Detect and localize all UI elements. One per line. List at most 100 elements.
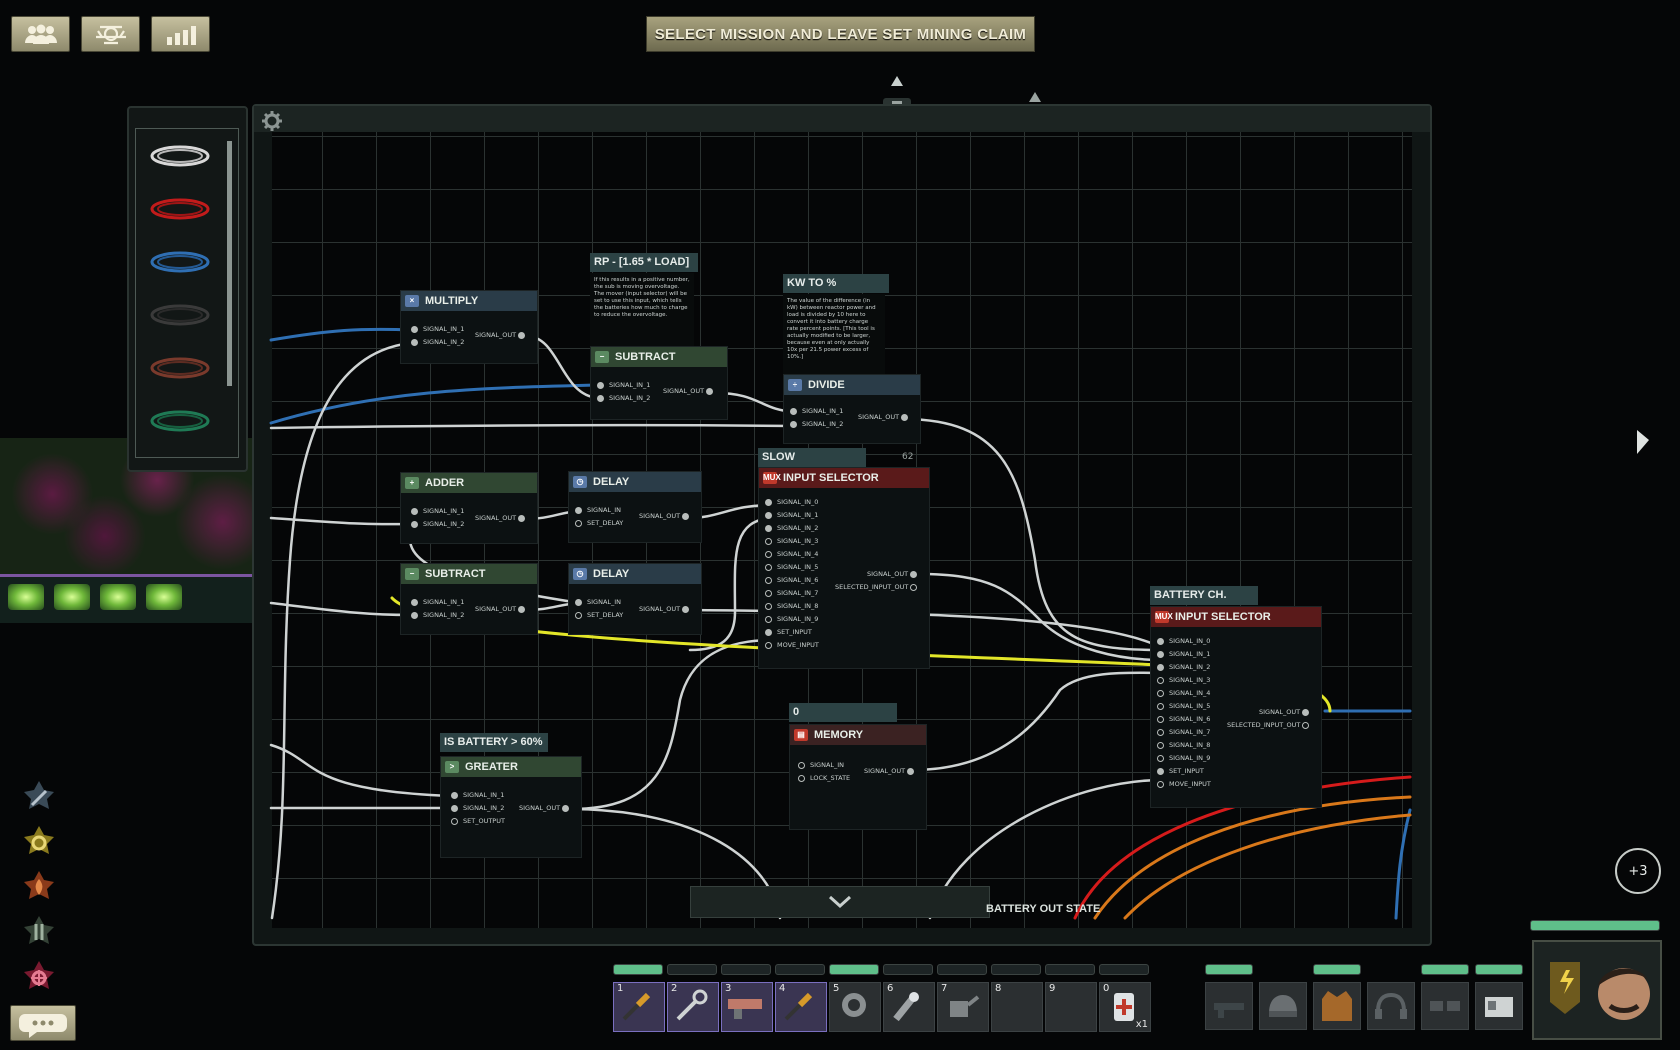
input-selector-port[interactable]: SIGNAL_IN_5 <box>765 563 818 571</box>
character-portrait[interactable] <box>1532 940 1662 1040</box>
input-selector-node[interactable]: MUX INPUT SELECTOR SIGNAL_IN_0 SIGNAL_IN_1… <box>758 467 930 669</box>
input-selector-port[interactable]: SIGNAL_IN_8 <box>1157 741 1210 749</box>
equipment-slot[interactable] <box>1259 982 1307 1030</box>
skill-mechanical-icon[interactable] <box>20 824 58 862</box>
multiply-out[interactable]: SIGNAL_OUT <box>475 331 530 339</box>
input-selector-port[interactable]: SIGNAL_IN_7 <box>1157 728 1210 736</box>
hotbar-slot[interactable]: 9 <box>1045 982 1097 1032</box>
multiply-in1[interactable]: SIGNAL_IN_1 <box>411 325 464 333</box>
delay-out[interactable]: SIGNAL_OUT <box>639 605 694 613</box>
adder-out[interactable]: SIGNAL_OUT <box>475 514 530 522</box>
port-pin[interactable] <box>1157 728 1164 736</box>
hotbar-slot[interactable]: 3 <box>721 982 773 1032</box>
port-pin[interactable] <box>765 576 772 584</box>
skill-electrical-icon[interactable] <box>20 914 58 952</box>
port-pin[interactable] <box>1157 637 1164 645</box>
subtract-in2[interactable]: SIGNAL_IN_2 <box>597 394 650 402</box>
divide-in2[interactable]: SIGNAL_IN_2 <box>790 420 843 428</box>
notifications-badge[interactable]: +3 <box>1615 848 1661 894</box>
adder-in2[interactable]: SIGNAL_IN_2 <box>411 520 464 528</box>
port-pin[interactable] <box>1157 767 1164 775</box>
port-pin[interactable] <box>1157 780 1164 788</box>
input-selector-selected-out[interactable]: SELECTED_INPUT_OUT <box>835 583 922 591</box>
subtract-node[interactable]: − SUBTRACT SIGNAL_IN_1 SIGNAL_IN_2 SIGNAL… <box>590 346 728 420</box>
subtract-in1[interactable]: SIGNAL_IN_1 <box>411 598 464 606</box>
skill-weapons-icon[interactable] <box>20 869 58 907</box>
input-selector-port[interactable]: SIGNAL_IN_3 <box>765 537 818 545</box>
port-pin[interactable] <box>765 511 772 519</box>
input-selector-port[interactable]: SIGNAL_IN_9 <box>1157 754 1210 762</box>
hotbar-slot[interactable]: 4 <box>775 982 827 1032</box>
port-pin[interactable] <box>1157 650 1164 658</box>
skill-helm-icon[interactable] <box>20 959 58 997</box>
port-pin[interactable] <box>1157 741 1164 749</box>
input-selector-port[interactable]: SIGNAL_IN_6 <box>765 576 818 584</box>
subtract-in2[interactable]: SIGNAL_IN_2 <box>411 611 464 619</box>
hotbar-slot[interactable]: 8 <box>991 982 1043 1032</box>
equipment-slot[interactable] <box>1313 982 1361 1030</box>
port-pin[interactable] <box>765 589 772 597</box>
delay-node[interactable]: ◷ DELAY SIGNAL_IN SET_DELAY SIGNAL_OUT <box>568 563 702 635</box>
equipment-slot[interactable] <box>1475 982 1523 1030</box>
equipment-slot[interactable] <box>1205 982 1253 1030</box>
input-selector-port[interactable]: MOVE_INPUT <box>765 641 819 649</box>
port-pin[interactable] <box>1157 676 1164 684</box>
input-selector-out[interactable]: SIGNAL_OUT <box>1259 708 1314 716</box>
hotbar-slot[interactable]: 6 <box>883 982 935 1032</box>
port-pin[interactable] <box>765 524 772 532</box>
collapse-panel-button[interactable] <box>690 886 990 918</box>
port-pin[interactable] <box>765 615 772 623</box>
input-selector-port[interactable]: SET_INPUT <box>1157 767 1204 775</box>
input-selector-port[interactable]: SIGNAL_IN_2 <box>765 524 818 532</box>
subtract-out[interactable]: SIGNAL_OUT <box>663 387 718 395</box>
port-pin[interactable] <box>765 641 772 649</box>
greater-in2[interactable]: SIGNAL_IN_2 <box>451 804 504 812</box>
greater-out[interactable]: SIGNAL_OUT <box>519 804 574 812</box>
input-selector-port[interactable]: SIGNAL_IN_2 <box>1157 663 1210 671</box>
input-selector-port[interactable]: SIGNAL_IN_9 <box>765 615 818 623</box>
delay-out[interactable]: SIGNAL_OUT <box>639 512 694 520</box>
input-selector-port[interactable]: SIGNAL_IN_4 <box>1157 689 1210 697</box>
delay-set[interactable]: SET_DELAY <box>575 519 623 527</box>
hotbar-slot[interactable]: 2 <box>667 982 719 1032</box>
divide-node[interactable]: ÷ DIVIDE SIGNAL_IN_1 SIGNAL_IN_2 SIGNAL_O… <box>783 374 921 444</box>
delay-set[interactable]: SET_DELAY <box>575 611 623 619</box>
delay-in[interactable]: SIGNAL_IN <box>575 598 621 606</box>
hotbar-slot[interactable]: 1 <box>613 982 665 1032</box>
input-selector-node[interactable]: MUX INPUT SELECTOR SIGNAL_IN_0 SIGNAL_IN_1… <box>1150 606 1322 808</box>
input-selector-port[interactable]: SIGNAL_IN_8 <box>765 602 818 610</box>
port-pin[interactable] <box>765 602 772 610</box>
divide-out[interactable]: SIGNAL_OUT <box>858 413 913 421</box>
input-selector-port[interactable]: MOVE_INPUT <box>1157 780 1211 788</box>
input-selector-port[interactable]: SIGNAL_IN_1 <box>1157 650 1210 658</box>
memory-node[interactable]: ▤ MEMORY SIGNAL_IN LOCK_STATE SIGNAL_OUT <box>789 724 927 830</box>
input-selector-port[interactable]: SIGNAL_IN_0 <box>1157 637 1210 645</box>
input-selector-selected-out[interactable]: SELECTED_INPUT_OUT <box>1227 721 1314 729</box>
port-pin[interactable] <box>765 628 772 636</box>
input-selector-out[interactable]: SIGNAL_OUT <box>867 570 922 578</box>
input-selector-port[interactable]: SET_INPUT <box>765 628 812 636</box>
equipment-slot[interactable] <box>1421 982 1469 1030</box>
equipment-slot[interactable] <box>1367 982 1415 1030</box>
port-pin[interactable] <box>765 563 772 571</box>
subtract-node[interactable]: − SUBTRACT SIGNAL_IN_1 SIGNAL_IN_2 SIGNAL… <box>400 563 538 635</box>
adder-node[interactable]: + ADDER SIGNAL_IN_1 SIGNAL_IN_2 SIGNAL_OU… <box>400 472 538 544</box>
port-pin[interactable] <box>1157 689 1164 697</box>
delay-in[interactable]: SIGNAL_IN <box>575 506 621 514</box>
port-pin[interactable] <box>1157 702 1164 710</box>
memory-in[interactable]: SIGNAL_IN <box>798 761 844 769</box>
input-selector-port[interactable]: SIGNAL_IN_3 <box>1157 676 1210 684</box>
multiply-node[interactable]: × MULTIPLY SIGNAL_IN_1 SIGNAL_IN_2 SIGNAL… <box>400 290 538 364</box>
subtract-out[interactable]: SIGNAL_OUT <box>475 605 530 613</box>
port-pin[interactable] <box>765 550 772 558</box>
port-pin[interactable] <box>1157 715 1164 723</box>
adder-in1[interactable]: SIGNAL_IN_1 <box>411 507 464 515</box>
input-selector-port[interactable]: SIGNAL_IN_6 <box>1157 715 1210 723</box>
greater-in1[interactable]: SIGNAL_IN_1 <box>451 791 504 799</box>
hotbar-slot[interactable]: 0 x1 <box>1099 982 1151 1032</box>
input-selector-port[interactable]: SIGNAL_IN_4 <box>765 550 818 558</box>
port-pin[interactable] <box>1157 663 1164 671</box>
memory-out[interactable]: SIGNAL_OUT <box>864 767 919 775</box>
delay-node[interactable]: ◷ DELAY SIGNAL_IN SET_DELAY SIGNAL_OUT <box>568 471 702 543</box>
greater-node[interactable]: > GREATER SIGNAL_IN_1 SIGNAL_IN_2 SET_OUT… <box>440 756 582 858</box>
